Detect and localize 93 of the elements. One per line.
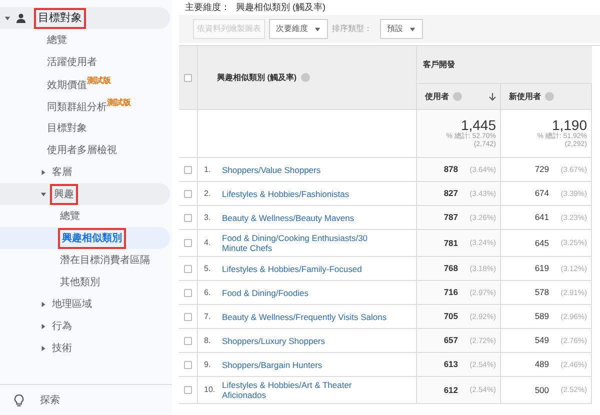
category-link[interactable]: Food & Dining/Foodies — [222, 288, 308, 298]
metric-value: 613 — [444, 358, 458, 371]
row-number: 1. — [204, 164, 212, 176]
metric-value: 578 — [534, 286, 549, 299]
metric-value: 612 — [444, 384, 458, 396]
nav-item[interactable]: 客層 — [52, 166, 72, 178]
category-link[interactable]: Food & Dining/Cooking Enthusiasts/30 Minute Chefs — [222, 233, 392, 253]
category-link[interactable]: Shoppers/Luxury Shoppers — [222, 336, 326, 346]
nav-item[interactable]: 其他類別 — [60, 276, 100, 288]
metric-value: 641 — [534, 211, 549, 224]
metric-value: 716 — [444, 286, 458, 299]
secondary-dimension-dropdown[interactable]: 次要維度 — [269, 19, 328, 39]
help-icon[interactable] — [300, 73, 310, 82]
category-link[interactable]: Beauty & Wellness/Beauty Mavens — [222, 212, 354, 222]
metric-value: 549 — [534, 334, 549, 347]
person-icon — [16, 13, 26, 23]
nav-item[interactable]: 同類群組分析 — [47, 101, 107, 114]
nav-item[interactable]: 總覽 — [60, 210, 80, 222]
row-number: 4. — [204, 237, 212, 249]
category-link[interactable]: Lifestyles & Hobbies/Fashionistas — [222, 188, 350, 198]
help-icon[interactable] — [545, 92, 554, 101]
column-group-header: 客戶開發 — [423, 58, 455, 70]
metric-value: 657 — [444, 334, 458, 347]
nav-item[interactable]: 效期價值 — [47, 79, 87, 92]
metric-value: 500 — [534, 384, 549, 396]
row-number: 3. — [204, 212, 212, 224]
caret-right-icon[interactable] — [40, 168, 47, 176]
nav-item[interactable]: 使用者多層檢視 — [47, 144, 117, 156]
row-checkbox[interactable] — [184, 190, 192, 198]
category-link[interactable]: Shoppers/Bargain Hunters — [222, 360, 322, 370]
row-number: 9. — [204, 358, 212, 370]
metric-value: 619 — [534, 262, 549, 275]
total-value: 1,190 — [552, 118, 587, 133]
caret-down-icon — [409, 26, 416, 32]
caret-right-icon[interactable] — [40, 322, 47, 330]
beta-label: 測試版 — [107, 98, 131, 107]
metric-value: 729 — [534, 163, 549, 176]
category-link[interactable]: Beauty & Wellness/Frequently Visits Salons — [222, 312, 387, 322]
nav-item[interactable]: 行為 — [52, 320, 72, 332]
row-number: 6. — [204, 286, 212, 298]
metric-value: 674 — [534, 187, 549, 200]
metric-value: 589 — [534, 310, 549, 323]
caret-right-icon[interactable] — [40, 300, 47, 308]
row-checkbox[interactable] — [184, 360, 192, 368]
caret-right-icon[interactable] — [40, 344, 47, 352]
caret-down-icon[interactable] — [4, 14, 11, 22]
primary-dimension-value: 興趣相似類別 (觸及率) — [236, 0, 326, 14]
column-header[interactable]: 使用者 — [425, 90, 449, 102]
nav-item[interactable]: 目標對象 — [47, 122, 87, 134]
sort-type-label: 排序類型： — [332, 23, 372, 35]
beta-label: 測試版 — [87, 76, 111, 85]
caret-down-icon[interactable] — [40, 190, 47, 198]
sort-arrow-icon[interactable] — [489, 92, 496, 100]
metric-value: 878 — [444, 163, 458, 176]
row-checkbox[interactable] — [184, 264, 192, 272]
row-number: 5. — [204, 262, 212, 274]
metric-value: 827 — [444, 187, 458, 200]
metric-value: 787 — [444, 211, 458, 224]
metric-value: 768 — [444, 262, 458, 275]
nav-item[interactable]: 技術 — [52, 342, 72, 354]
metric-value: 705 — [444, 310, 458, 323]
nav-item[interactable]: 總覽 — [47, 34, 67, 46]
row-checkbox[interactable] — [184, 74, 192, 82]
row-checkbox[interactable] — [184, 214, 192, 222]
nav-item[interactable]: 地理區域 — [52, 298, 92, 310]
primary-dimension-label: 主要維度： — [185, 0, 230, 14]
caret-down-icon — [314, 26, 321, 32]
row-checkbox[interactable] — [184, 312, 192, 320]
explore-link[interactable]: 探索 — [40, 392, 60, 408]
nav-item[interactable]: 潛在目標消費者區隔 — [60, 254, 150, 266]
row-checkbox[interactable] — [184, 386, 192, 394]
column-header[interactable]: 新使用者 — [509, 90, 541, 102]
total-value: 1,445 — [460, 118, 496, 133]
category-link[interactable]: Lifestyles & Hobbies/Family-Focused — [222, 264, 362, 274]
category-link[interactable]: Shoppers/Value Shoppers — [222, 164, 321, 174]
nav-item[interactable]: 興趣 — [52, 186, 76, 202]
metric-value: 489 — [534, 358, 549, 371]
row-number: 7. — [204, 310, 212, 322]
row-number: 10. — [204, 384, 216, 396]
row-checkbox[interactable] — [184, 336, 192, 344]
metric-value: 781 — [444, 236, 458, 250]
sort-type-dropdown[interactable]: 預設 — [380, 19, 423, 39]
row-number: 8. — [204, 334, 212, 346]
row-checkbox[interactable] — [184, 239, 192, 247]
metric-value: 645 — [534, 236, 549, 250]
nav-item[interactable]: 活躍使用者 — [47, 56, 97, 68]
help-icon[interactable] — [453, 92, 462, 101]
row-number: 2. — [204, 188, 212, 200]
category-link[interactable]: Lifestyles & Hobbies/Art & Theater Aficionados — [222, 380, 392, 400]
lightbulb-icon — [14, 394, 24, 406]
row-checkbox[interactable] — [184, 288, 192, 296]
row-checkbox[interactable] — [184, 166, 192, 174]
column-header[interactable]: 興趣相似類別 (觸及率) — [217, 72, 297, 84]
